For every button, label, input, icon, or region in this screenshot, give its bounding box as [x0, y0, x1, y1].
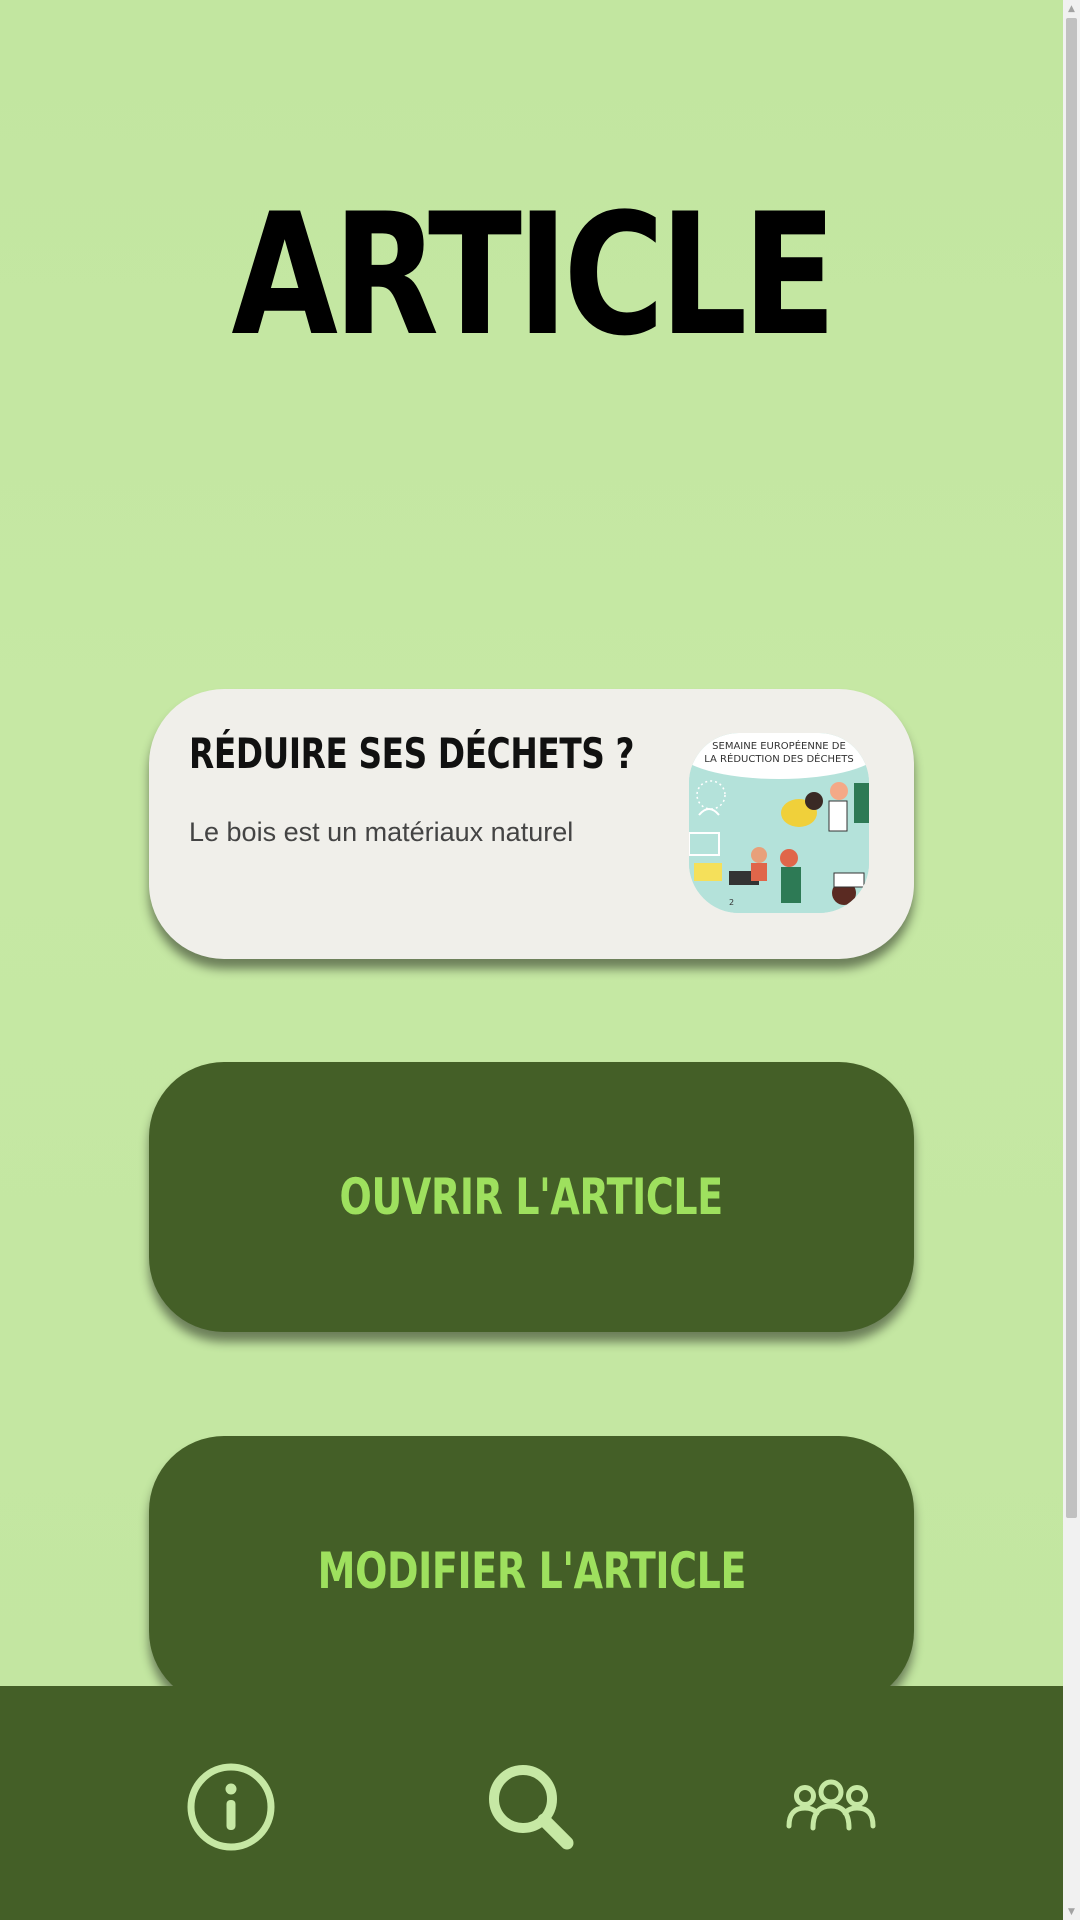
article-card[interactable]: RÉDUIRE SES DÉCHETS ? Le bois est un mat… [149, 689, 914, 959]
article-thumbnail: SEMAINE EUROPÉENNE DE LA RÉDUCTION DES D… [689, 733, 869, 913]
info-icon[interactable] [186, 1762, 276, 1852]
article-title: RÉDUIRE SES DÉCHETS ? [189, 729, 635, 778]
banner-line-1: SEMAINE EUROPÉENNE DE [712, 739, 846, 752]
svg-text:2: 2 [729, 898, 734, 907]
scroll-thumb[interactable] [1066, 18, 1077, 1518]
edit-article-label: MODIFIER L'ARTICLE [317, 1542, 746, 1600]
banner-line-2: LA RÉDUCTION DES DÉCHETS [704, 752, 854, 765]
scroll-up-arrow-icon[interactable]: ▲ [1063, 0, 1080, 17]
users-icon[interactable] [786, 1762, 876, 1852]
page-title: ARTICLE [231, 177, 836, 373]
article-description: Le bois est un matériaux naturel [189, 817, 574, 847]
open-article-button[interactable]: OUVRIR L'ARTICLE [149, 1062, 914, 1332]
open-article-label: OUVRIR L'ARTICLE [339, 1168, 724, 1226]
scroll-down-arrow-icon[interactable]: ▼ [1063, 1903, 1080, 1920]
scrollbar[interactable]: ▲ ▼ [1063, 0, 1080, 1920]
edit-article-button[interactable]: MODIFIER L'ARTICLE [149, 1436, 914, 1706]
search-icon[interactable] [486, 1762, 576, 1852]
